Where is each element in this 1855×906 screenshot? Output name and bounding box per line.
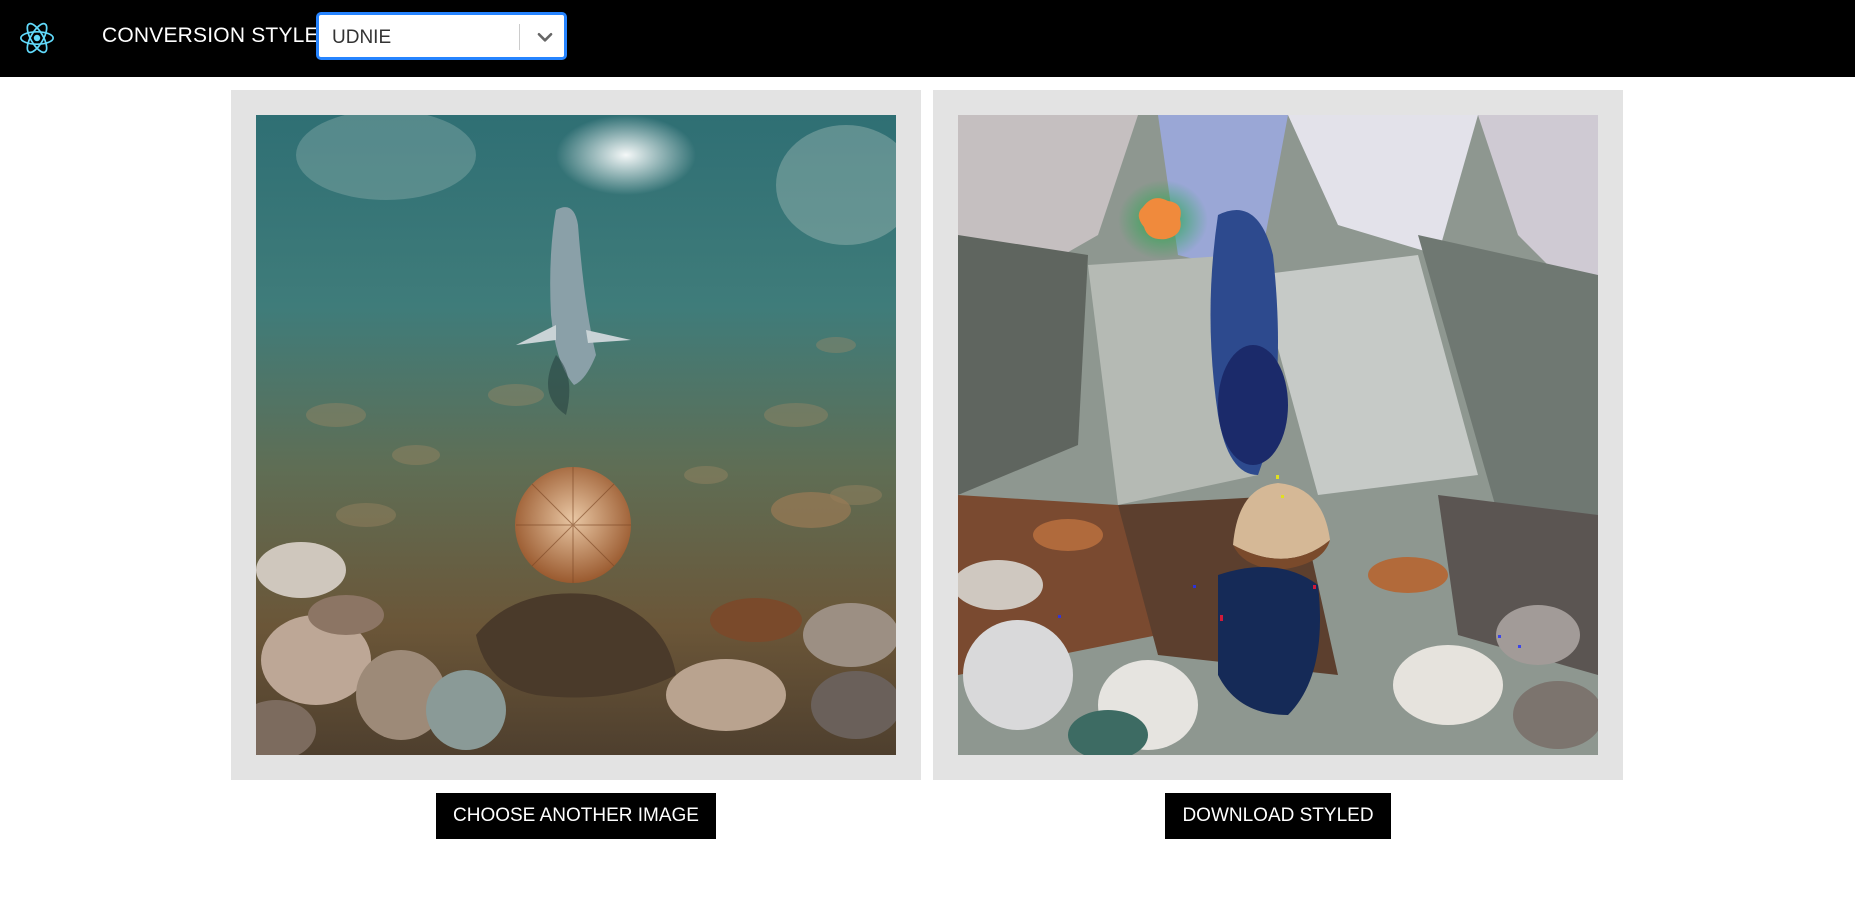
styled-image <box>958 115 1598 755</box>
chevron-down-icon[interactable] <box>534 26 556 48</box>
react-atom-icon <box>19 22 55 54</box>
original-image-art <box>256 115 896 755</box>
selected-style-value: UDNIE <box>332 27 392 48</box>
choose-another-image-button[interactable]: CHOOSE ANOTHER IMAGE <box>436 793 716 839</box>
conversion-style-label: CONVERSION STYLE: <box>102 24 325 47</box>
conversion-style-select[interactable]: UDNIE <box>316 12 567 60</box>
download-styled-button[interactable]: DOWNLOAD STYLED <box>1165 793 1391 839</box>
indicator-separator <box>519 24 520 50</box>
original-image-panel <box>231 90 921 780</box>
original-image <box>256 115 896 755</box>
styled-image-art <box>958 115 1598 755</box>
styled-image-panel <box>933 90 1623 780</box>
top-bar: CONVERSION STYLE: UDNIE <box>0 0 1855 77</box>
